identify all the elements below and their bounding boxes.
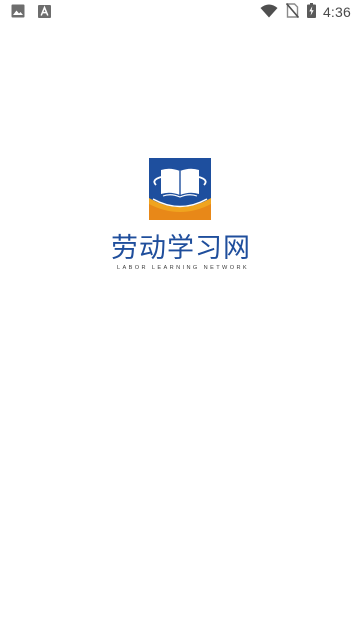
battery-charging-icon	[306, 2, 316, 22]
clock: 4:36	[322, 4, 351, 20]
open-book-icon	[149, 158, 211, 220]
system-indicators: 4:36	[252, 2, 351, 22]
status-bar: 4:36	[0, 0, 360, 24]
wifi-icon	[260, 3, 278, 22]
image-notification-icon	[11, 3, 25, 22]
brand-tagline: LABOR LEARNING NETWORK	[116, 265, 250, 271]
brand-title: 劳动学习网	[111, 233, 251, 264]
splash-screen: 4:36 劳动学习网 LABOR LEARNING NETWORK	[0, 0, 360, 639]
splash-logo-block: 劳动学习网 LABOR LEARNING NETWORK	[0, 158, 360, 271]
no-sim-icon	[285, 2, 300, 22]
text-notification-icon	[38, 3, 51, 22]
notification-area	[11, 3, 64, 22]
